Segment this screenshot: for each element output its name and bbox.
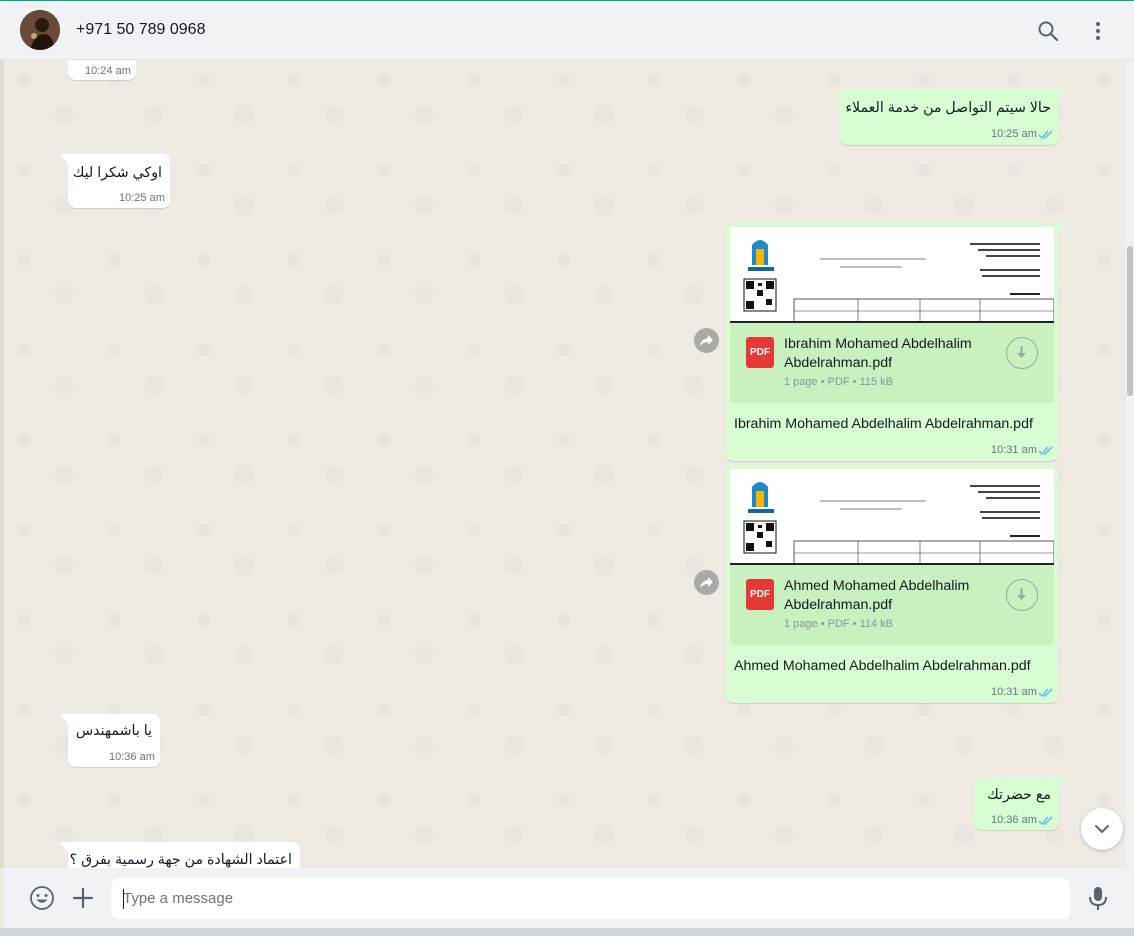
read-ticks-icon — [1038, 446, 1053, 456]
forward-button[interactable] — [694, 570, 719, 595]
chat-scrollbar[interactable] — [1126, 60, 1134, 868]
message-composer — [4, 868, 1134, 928]
bottom-strip — [0, 928, 1134, 936]
document-card[interactable]: PDF Ibrahim Mohamed Abdelhalim Abdelrahm… — [730, 323, 1054, 403]
document-card[interactable]: PDF Ahmed Mohamed Abdelhalim Abdelrahman… — [730, 565, 1054, 645]
message-time: 10:25 am — [991, 128, 1037, 140]
chevron-down-icon — [1095, 825, 1109, 833]
scroll-to-bottom-button[interactable] — [1081, 808, 1123, 850]
message-input[interactable] — [111, 878, 1070, 919]
message-time: 10:25 am — [119, 192, 165, 204]
message-time: 10:24 am — [85, 65, 131, 77]
forward-icon — [700, 577, 713, 588]
emoji-icon[interactable] — [29, 885, 55, 911]
message-document[interactable]: PDF Ibrahim Mohamed Abdelhalim Abdelrahm… — [726, 223, 1066, 461]
message-list[interactable]: 10:24 am حالا سيتم التواصل من خدمة العمل… — [4, 60, 1126, 868]
message-outgoing[interactable]: مع حضرتك 10:36 am — [974, 778, 1067, 830]
forward-button[interactable] — [694, 328, 719, 353]
message-text: مع حضرتك — [987, 787, 1051, 803]
message-time: 10:36 am — [109, 751, 155, 763]
download-icon — [1017, 346, 1026, 358]
forward-icon — [700, 335, 713, 346]
download-button[interactable] — [1006, 337, 1038, 369]
read-ticks-icon — [1038, 688, 1053, 698]
chat-header: +971 50 789 0968 — [0, 1, 1134, 60]
pdf-icon: PDF — [746, 579, 774, 610]
plus-icon[interactable] — [70, 885, 96, 911]
document-meta: 1 page • PDF • 114 kB — [784, 618, 894, 630]
microphone-icon[interactable] — [1085, 885, 1111, 911]
document-preview[interactable] — [730, 227, 1054, 323]
message-incoming[interactable]: يا باشمهندس 10:36 am — [60, 714, 160, 767]
message-time: 10:31 am — [991, 444, 1037, 456]
message-text: اعتماد الشهادة من جهة رسمية بفرق ؟ — [69, 852, 292, 868]
message-incoming[interactable]: 10:24 am — [68, 60, 136, 80]
read-ticks-icon — [1038, 816, 1053, 826]
menu-icon[interactable] — [1086, 19, 1110, 43]
message-incoming[interactable]: اعتماد الشهادة من جهة رسمية بفرق ؟ — [60, 842, 300, 868]
message-text: اوكي شكرا ليك — [72, 165, 162, 181]
pdf-icon: PDF — [746, 337, 774, 368]
download-icon — [1017, 588, 1026, 600]
message-outgoing[interactable]: حالا سيتم التواصل من خدمة العملاء 10:25 … — [840, 89, 1067, 145]
message-text: حالا سيتم التواصل من خدمة العملاء — [845, 100, 1051, 116]
message-incoming[interactable]: اوكي شكرا ليك 10:25 am — [60, 154, 170, 208]
read-ticks-icon — [1038, 130, 1053, 140]
document-name: Ibrahim Mohamed Abdelhalim Abdelrahman.p… — [784, 336, 972, 371]
text-caret — [123, 889, 124, 909]
message-caption: Ahmed Mohamed Abdelhalim Abdelrahman.pdf — [734, 658, 1031, 674]
scrollbar-thumb[interactable] — [1127, 246, 1133, 396]
download-button[interactable] — [1006, 579, 1038, 611]
message-time: 10:36 am — [991, 814, 1037, 826]
search-icon[interactable] — [1036, 19, 1060, 43]
message-text: يا باشمهندس — [75, 723, 152, 739]
document-name: Ahmed Mohamed Abdelhalim Abdelrahman.pdf — [784, 578, 970, 613]
message-caption: Ibrahim Mohamed Abdelhalim Abdelrahman.p… — [734, 416, 1033, 432]
message-document[interactable]: PDF Ahmed Mohamed Abdelhalim Abdelrahman… — [726, 465, 1058, 703]
document-preview[interactable] — [730, 469, 1054, 565]
avatar[interactable] — [20, 10, 60, 50]
message-time: 10:31 am — [991, 686, 1037, 698]
document-meta: 1 page • PDF • 115 kB — [784, 376, 894, 388]
contact-name[interactable]: +971 50 789 0968 — [76, 21, 205, 39]
